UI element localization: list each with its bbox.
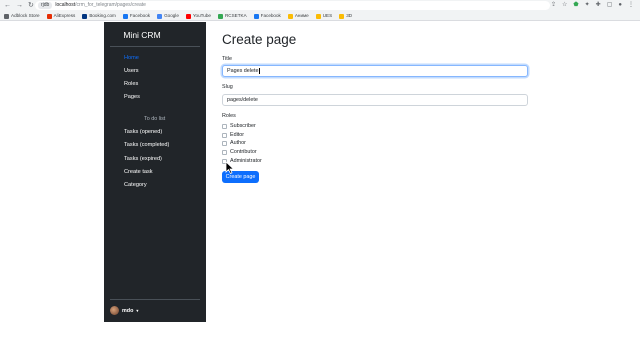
reload-icon[interactable]: ↻ [28, 1, 34, 10]
bookmark-label: UES [322, 13, 333, 18]
title-label: Title [222, 56, 232, 62]
bookmark-icon [253, 13, 259, 19]
mouse-cursor-icon [225, 161, 235, 174]
contributor-checkbox[interactable] [222, 149, 227, 155]
bookmark-icon [122, 13, 128, 19]
sidebar-bottom-divider [110, 299, 200, 300]
sidebar: Mini CRM Home Users Roles Pages To do li… [104, 22, 206, 322]
sidebar-item-home[interactable]: Home [124, 55, 139, 61]
role-label: Contributor [230, 149, 257, 155]
bookmark-item[interactable]: RCSETKA [217, 12, 247, 20]
bookmark-icon [287, 13, 293, 19]
bookmark-item[interactable]: Booking.com [82, 12, 116, 20]
slug-label: Slug [222, 84, 233, 90]
extension-icon[interactable]: ✦ [585, 1, 590, 10]
url-badge: rjdb [38, 2, 53, 9]
sidebar-item-tasks-opened[interactable]: Tasks (opened) [124, 129, 162, 135]
sidebar-item-create-task[interactable]: Create task [124, 169, 153, 175]
window-icon[interactable]: ▢ [607, 1, 613, 10]
share-icon[interactable]: ⇪ [551, 1, 556, 10]
shield-icon[interactable]: ⬟ [573, 1, 578, 10]
bookmark-item[interactable]: 3D [339, 12, 352, 20]
title-input-value: Pages delete [227, 68, 259, 74]
todo-header: To do list [144, 116, 166, 122]
bookmark-icon [46, 13, 52, 19]
sidebar-item-tasks-completed[interactable]: Tasks (completed) [124, 142, 169, 148]
editor-checkbox[interactable] [222, 132, 227, 138]
role-contributor[interactable]: Contributor [222, 149, 257, 155]
bookmark-icon [4, 13, 9, 19]
bookmark-label: Booking.com [89, 13, 116, 18]
user-name: mdo [122, 307, 134, 314]
url-path: /crm_for_telegram/pages/create [75, 2, 146, 8]
bookmark-label: AliExpress [53, 13, 76, 18]
bookmark-label: Facebook [260, 13, 281, 18]
bookmark-label: Аниме [294, 13, 309, 18]
role-author[interactable]: Author [222, 140, 246, 146]
bookmark-icon [157, 13, 163, 19]
back-icon[interactable]: ← [4, 1, 11, 10]
page-title: Create page [222, 32, 297, 47]
text-caret [258, 67, 260, 74]
address-bar[interactable]: rjdb localhost/crm_for_telegram/pages/cr… [35, 1, 550, 10]
sidebar-item-pages[interactable]: Pages [124, 94, 140, 100]
user-dropdown[interactable]: mdo ▾ [110, 306, 138, 315]
slug-input-value: pages/delete [227, 97, 258, 103]
star-icon[interactable]: ☆ [562, 1, 567, 10]
bookmark-icon [185, 13, 191, 19]
role-subscriber[interactable]: Subscriber [222, 123, 256, 129]
bookmark-icon [82, 13, 88, 19]
chevron-down-icon: ▾ [136, 308, 139, 313]
browser-nav: ← → ↻ [4, 1, 34, 10]
bookmark-label: Adblock Store [11, 13, 40, 18]
bookmark-item[interactable]: AliExpress [46, 12, 76, 20]
bookmark-label: Google [164, 13, 179, 18]
role-editor[interactable]: Editor [222, 132, 244, 138]
bookmark-item[interactable]: Аниме [287, 12, 309, 20]
sidebar-item-tasks-expired[interactable]: Tasks (expired) [124, 156, 162, 162]
bookmark-label: RCSETKA [224, 13, 247, 18]
brand-title[interactable]: Mini CRM [112, 30, 172, 40]
browser-toolbar: ← → ↻ rjdb localhost/crm_for_telegram/pa… [0, 0, 640, 21]
bookmarks-bar: Adblock Store AliExpress Booking.com Facebo… [4, 12, 352, 20]
sidebar-item-roles[interactable]: Roles [124, 81, 138, 87]
puzzle-icon[interactable]: ✚ [596, 1, 601, 10]
bookmark-label: YouTube [192, 13, 211, 18]
bookmark-item[interactable]: Google [157, 12, 179, 20]
slug-input[interactable]: pages/delete [222, 94, 528, 106]
role-label: Editor [230, 132, 245, 138]
bookmark-label: Facebook [129, 13, 151, 18]
bookmark-item[interactable]: Facebook [253, 12, 281, 20]
role-label: Subscriber [230, 123, 256, 129]
forward-icon[interactable]: → [16, 1, 23, 10]
bookmark-item[interactable]: UES [315, 12, 333, 20]
bookmark-item[interactable]: Adblock Store [4, 12, 40, 20]
roles-label: Roles [222, 113, 236, 119]
sidebar-divider [110, 46, 200, 47]
bookmark-icon [217, 13, 223, 19]
profile-icon[interactable]: ● [618, 1, 622, 10]
role-label: Author [230, 140, 246, 146]
sidebar-item-category[interactable]: Category [124, 182, 147, 188]
author-checkbox[interactable] [222, 140, 227, 146]
bookmark-icon [315, 13, 321, 19]
bookmark-item[interactable]: YouTube [185, 12, 211, 20]
bookmark-label: 3D [346, 13, 353, 18]
title-input[interactable]: Pages delete [222, 65, 528, 77]
subscriber-checkbox[interactable] [222, 123, 227, 129]
avatar [110, 306, 119, 315]
extensions: ⇪ ☆ ⬟ ✦ ✚ ▢ ● ⋮ [551, 1, 634, 10]
sidebar-item-users[interactable]: Users [124, 68, 139, 74]
bookmark-icon [339, 13, 345, 19]
url-host: localhost [55, 2, 76, 8]
bookmark-item[interactable]: Facebook [122, 12, 151, 20]
menu-icon[interactable]: ⋮ [628, 1, 634, 10]
